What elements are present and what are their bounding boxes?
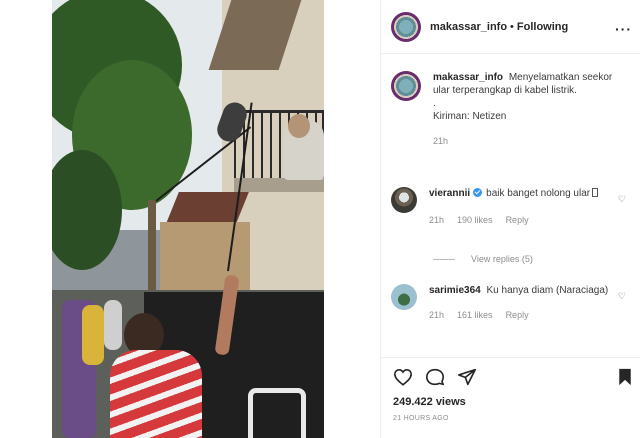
video-pole xyxy=(148,200,156,300)
comment-like-heart-icon[interactable]: ♡ xyxy=(618,291,626,302)
post-timestamp[interactable]: 21 HOURS AGO xyxy=(393,415,449,422)
caption-username[interactable]: makassar_info xyxy=(433,72,503,83)
comment-username[interactable]: sarimie364 xyxy=(429,285,481,296)
commenter-avatar[interactable] xyxy=(391,284,417,310)
comment-item: sarimie364 Ku hanya diam (Naraciaga) 21h… xyxy=(391,284,619,322)
caption-dot: . xyxy=(433,98,436,109)
heart-icon[interactable] xyxy=(393,368,413,386)
view-count[interactable]: 249.422 views xyxy=(393,396,466,408)
caption-body: makassar_info Menyelamatkan seekor ular … xyxy=(433,71,623,148)
caption-avatar[interactable] xyxy=(391,71,421,101)
comment-icon[interactable] xyxy=(425,368,445,386)
post-actions: 249.422 views 21 HOURS AGO xyxy=(381,357,640,438)
comment-likes[interactable]: 190 likes xyxy=(457,214,493,227)
comments-section: makassar_info Menyelamatkan seekor ular … xyxy=(381,55,640,355)
bookmark-icon[interactable] xyxy=(617,368,633,386)
share-icon[interactable] xyxy=(457,368,477,386)
verified-badge-icon xyxy=(473,188,483,197)
post-username[interactable]: makassar_info xyxy=(430,21,507,33)
comment-body: vierannii baik banget nolong ular 21h 190… xyxy=(429,187,619,227)
video-bystander xyxy=(82,305,104,365)
comment-time[interactable]: 21h xyxy=(429,214,444,227)
comment-likes[interactable]: 161 likes xyxy=(457,309,493,322)
profile-avatar[interactable] xyxy=(391,11,421,42)
video-chair xyxy=(248,388,306,438)
post-video[interactable] xyxy=(52,0,324,438)
comment-body: sarimie364 Ku hanya diam (Naraciaga) 21h… xyxy=(429,284,619,322)
view-replies-label[interactable]: View replies (5) xyxy=(471,254,533,264)
comment-item: vierannii baik banget nolong ular 21h 190… xyxy=(391,187,619,227)
video-man-shirt xyxy=(110,350,202,438)
commenter-avatar[interactable] xyxy=(391,187,417,213)
comment-reply-button[interactable]: Reply xyxy=(506,309,529,322)
comment-username[interactable]: vierannii xyxy=(429,188,470,199)
post-header: makassar_info • Following ··· xyxy=(381,0,640,54)
more-options-icon[interactable]: ··· xyxy=(615,21,632,37)
video-balcony-floor xyxy=(234,178,324,192)
comment-text: Ku hanya diam (Naraciaga) xyxy=(486,285,609,296)
comment-like-heart-icon[interactable]: ♡ xyxy=(618,194,626,205)
emoji-placeholder-icon xyxy=(592,188,599,197)
caption: makassar_info Menyelamatkan seekor ular … xyxy=(391,71,623,148)
view-replies-button[interactable]: View replies (5) xyxy=(433,254,533,264)
caption-time[interactable]: 21h xyxy=(433,135,448,148)
post-side-panel: makassar_info • Following ··· makassar_i… xyxy=(380,0,640,438)
comment-text: baik banget nolong ular xyxy=(486,188,591,199)
comment-time[interactable]: 21h xyxy=(429,309,444,322)
following-button[interactable]: Following xyxy=(517,21,568,33)
video-bystander xyxy=(104,300,122,350)
separator-dot: • xyxy=(510,20,514,33)
video-person-head xyxy=(288,114,310,138)
caption-credit: Kiriman: Netizen xyxy=(433,111,507,122)
view-replies-line xyxy=(433,258,455,260)
comment-reply-button[interactable]: Reply xyxy=(506,214,529,227)
